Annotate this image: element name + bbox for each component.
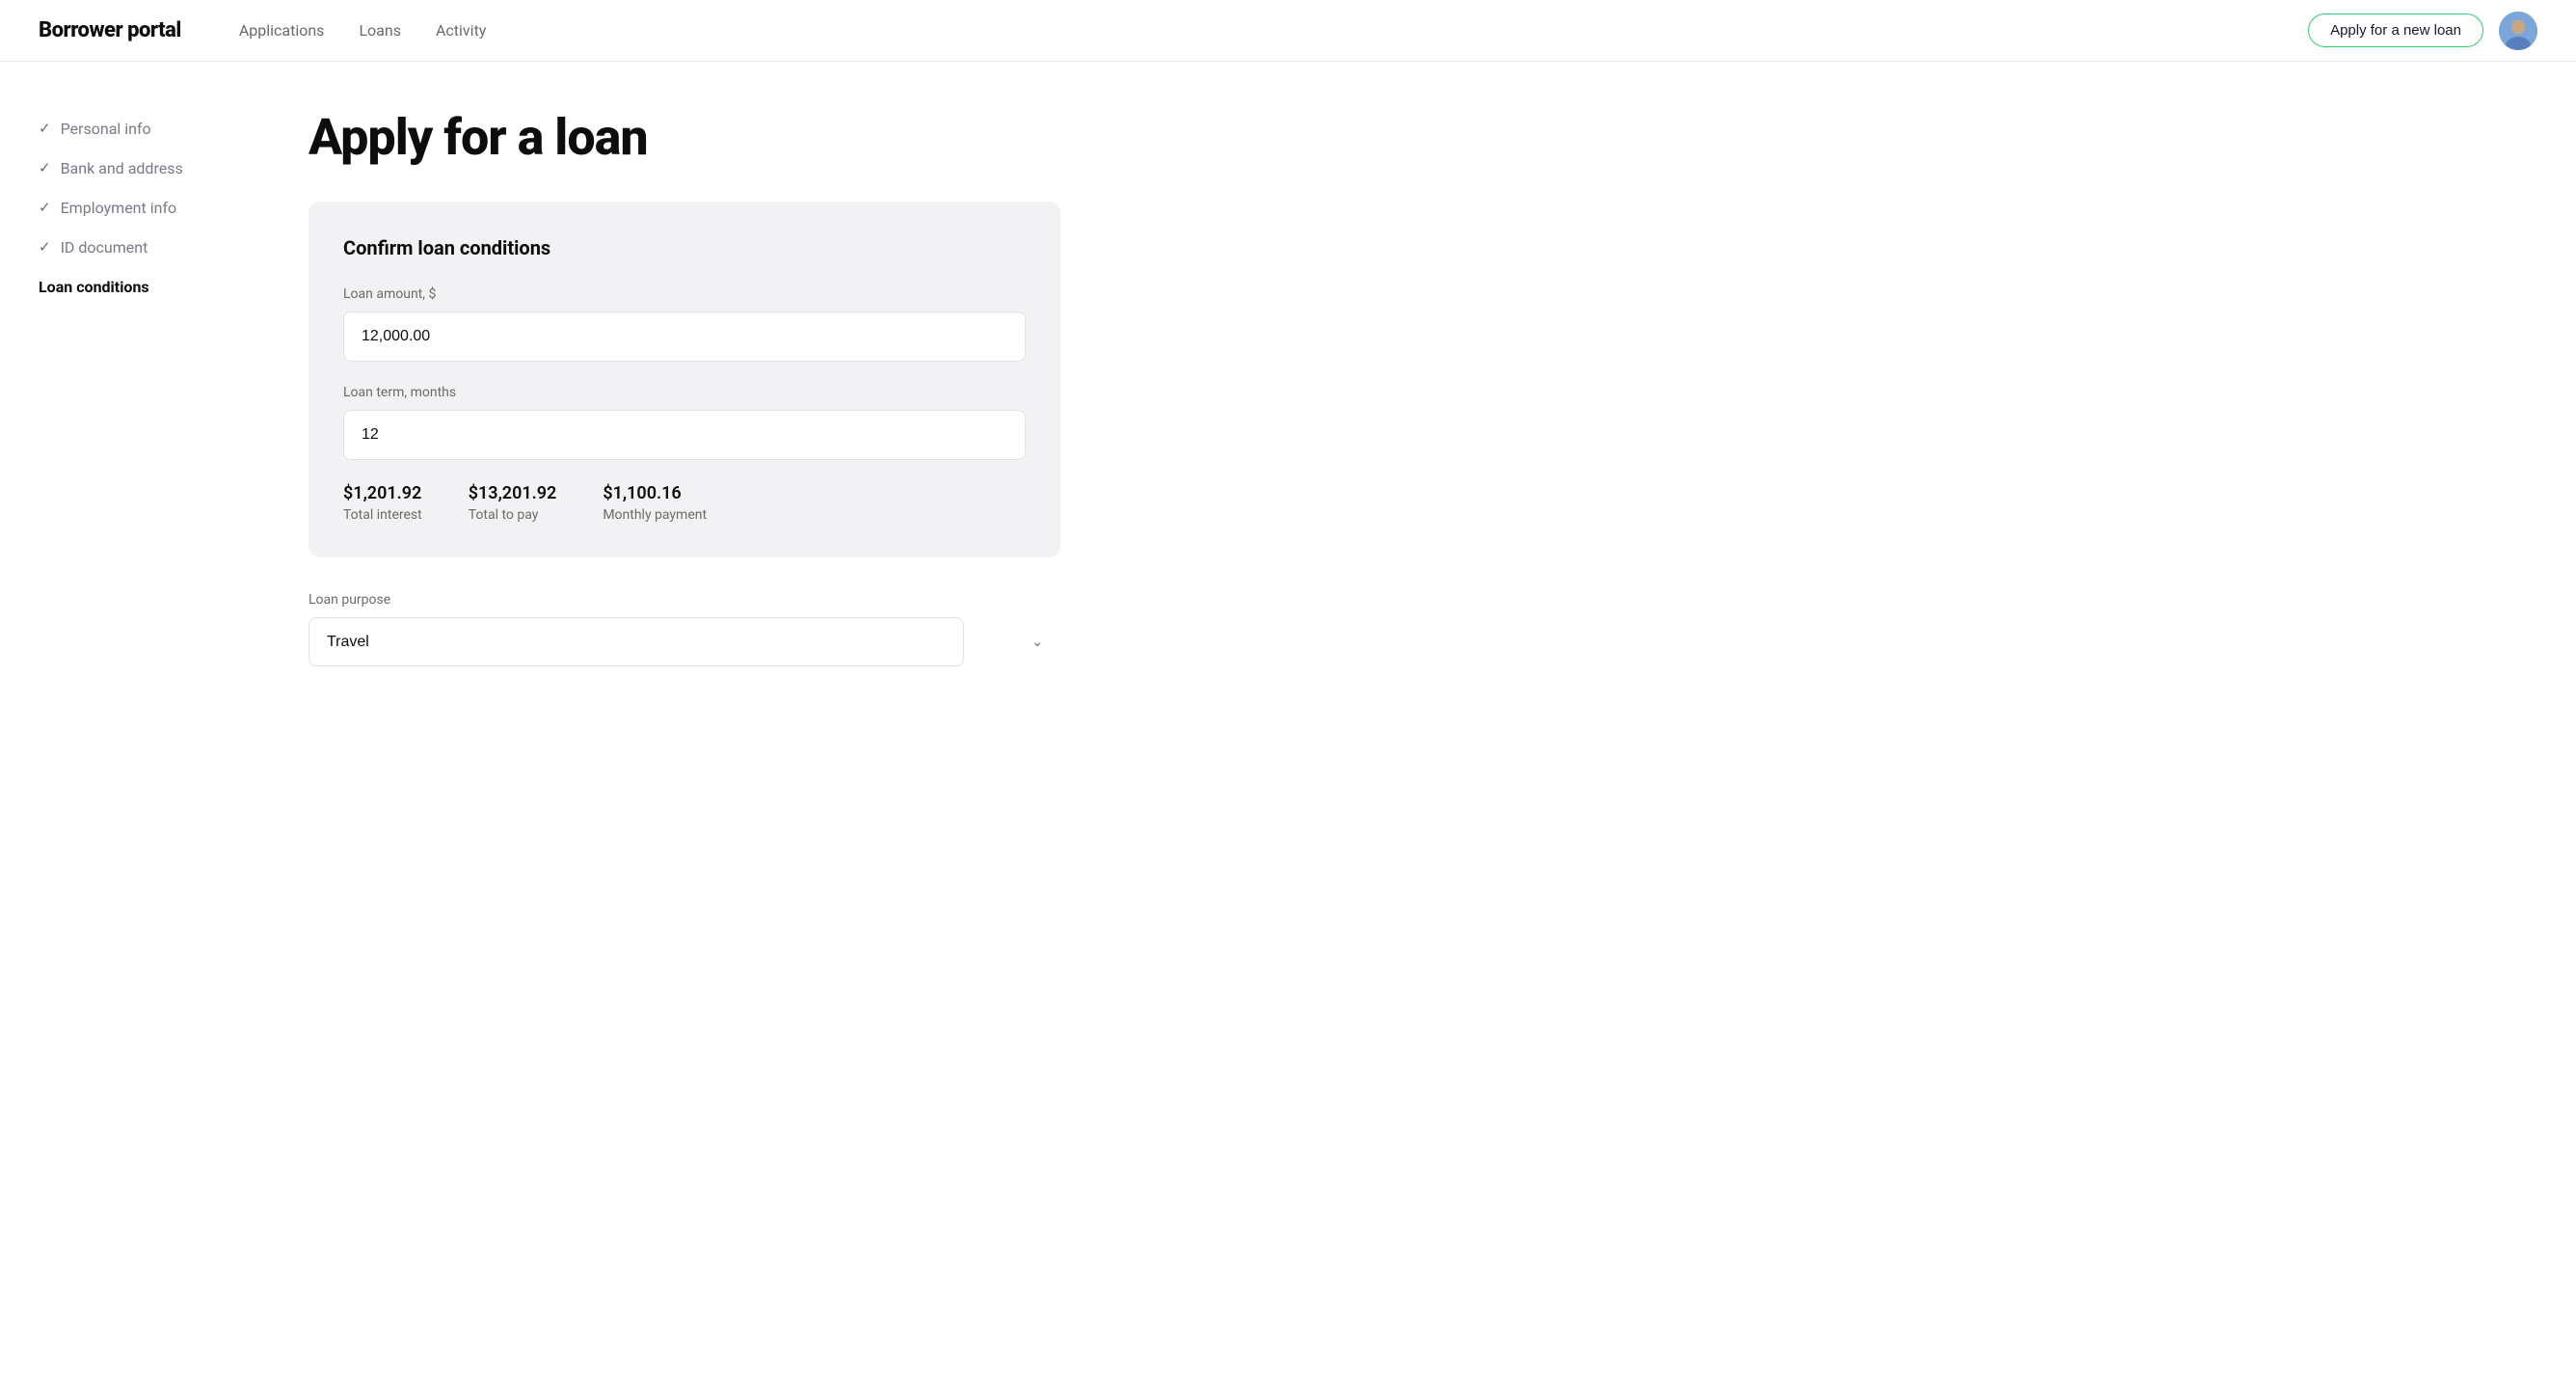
monthly-payment-item: $1,100.16 Monthly payment (603, 483, 707, 523)
sidebar-item-id-document[interactable]: ✓ ID document (39, 238, 212, 257)
sidebar-label-id-document: ID document (61, 238, 148, 257)
chevron-down-icon: ⌄ (1032, 635, 1043, 650)
loan-conditions-card: Confirm loan conditions Loan amount, $ L… (309, 202, 1060, 557)
sidebar-label-personal-info: Personal info (61, 120, 151, 138)
loan-term-input[interactable] (343, 410, 1026, 460)
user-avatar[interactable] (2499, 12, 2537, 50)
sidebar-label-bank-address: Bank and address (61, 159, 183, 177)
loan-purpose-label: Loan purpose (309, 592, 1060, 608)
check-icon-id-document: ✓ (39, 240, 51, 255)
sidebar-item-bank-address[interactable]: ✓ Bank and address (39, 159, 212, 177)
brand-logo: Borrower portal (39, 18, 181, 42)
loan-purpose-group: Loan purpose Travel Home improvement Deb… (309, 592, 1060, 666)
loan-term-group: Loan term, months (343, 385, 1026, 460)
total-interest-label: Total interest (343, 507, 422, 523)
loan-amount-input[interactable] (343, 312, 1026, 362)
loan-purpose-select-wrapper: Travel Home improvement Debt consolidati… (309, 617, 1060, 666)
loan-amount-label: Loan amount, $ (343, 286, 1026, 302)
check-icon-personal-info: ✓ (39, 122, 51, 136)
nav-item-applications[interactable]: Applications (239, 21, 325, 40)
monthly-payment-value: $1,100.16 (603, 483, 707, 503)
total-interest-value: $1,201.92 (343, 483, 422, 503)
page-layout: ✓ Personal info ✓ Bank and address ✓ Emp… (0, 62, 2576, 1382)
sidebar: ✓ Personal info ✓ Bank and address ✓ Emp… (0, 62, 251, 1382)
nav-item-activity[interactable]: Activity (436, 21, 486, 40)
page-title: Apply for a loan (309, 108, 1060, 167)
main-nav: Applications Loans Activity (239, 21, 2308, 40)
main-content: Apply for a loan Confirm loan conditions… (251, 62, 1118, 1382)
loan-summary-row: $1,201.92 Total interest $13,201.92 Tota… (343, 483, 1026, 523)
loan-amount-group: Loan amount, $ (343, 286, 1026, 362)
loan-purpose-select[interactable]: Travel Home improvement Debt consolidati… (309, 617, 964, 666)
sidebar-item-employment-info[interactable]: ✓ Employment info (39, 199, 212, 217)
total-to-pay-item: $13,201.92 Total to pay (469, 483, 557, 523)
check-icon-bank-address: ✓ (39, 161, 51, 176)
total-interest-item: $1,201.92 Total interest (343, 483, 422, 523)
monthly-payment-label: Monthly payment (603, 507, 707, 523)
header-actions: Apply for a new loan (2308, 12, 2537, 50)
sidebar-item-loan-conditions[interactable]: Loan conditions (39, 278, 212, 296)
apply-new-loan-button[interactable]: Apply for a new loan (2308, 14, 2483, 47)
sidebar-item-personal-info[interactable]: ✓ Personal info (39, 120, 212, 138)
nav-item-loans[interactable]: Loans (359, 21, 401, 40)
check-icon-employment-info: ✓ (39, 201, 51, 215)
total-to-pay-label: Total to pay (469, 507, 557, 523)
loan-term-label: Loan term, months (343, 385, 1026, 400)
card-title: Confirm loan conditions (343, 236, 1026, 259)
sidebar-label-employment-info: Employment info (61, 199, 177, 217)
sidebar-label-loan-conditions: Loan conditions (39, 278, 149, 296)
total-to-pay-value: $13,201.92 (469, 483, 557, 503)
